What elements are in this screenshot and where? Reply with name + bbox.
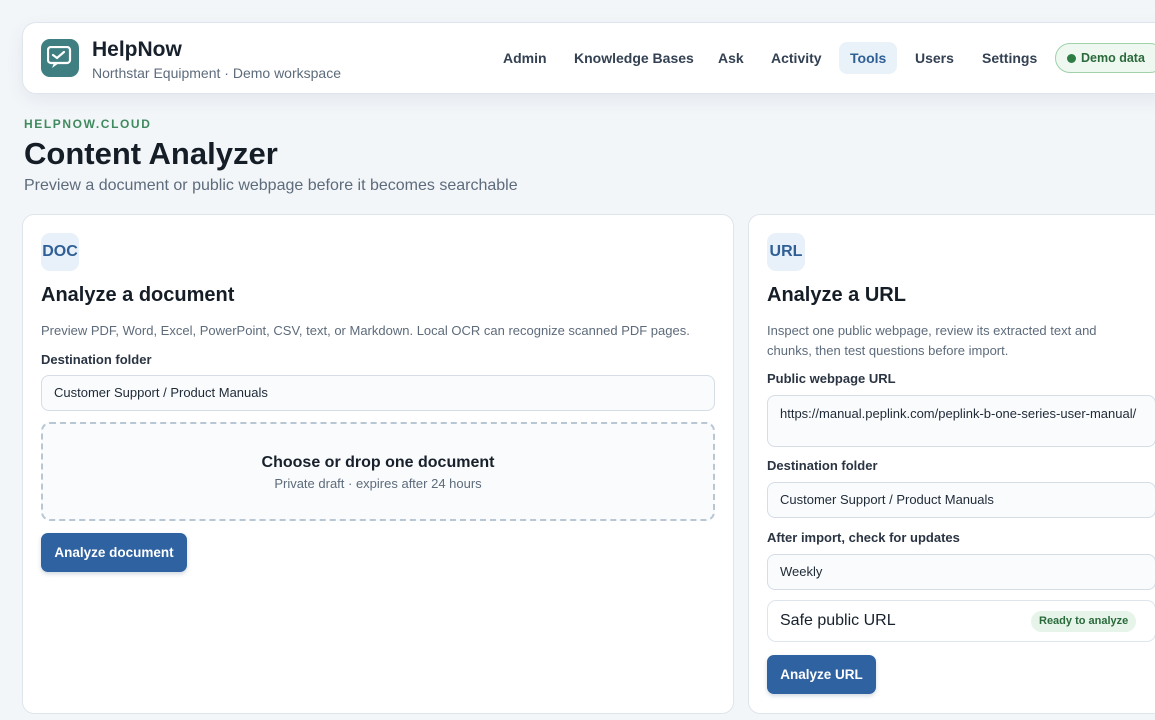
url-input-label: Public webpage URL [767,371,896,386]
url-input[interactable]: https://manual.peplink.com/peplink-b-one… [767,395,1155,447]
nav-tools[interactable]: Tools [839,42,898,74]
analyze-document-button[interactable]: Analyze document [41,533,187,572]
analyze-url-button[interactable]: Analyze URL [767,655,876,694]
update-schedule-label: After import, check for updates [767,530,960,545]
dropzone-title: Choose or drop one document [261,454,495,471]
nav-admin[interactable]: Admin [492,42,558,74]
workspace-name: Northstar Equipment · Demo workspace [92,65,341,81]
url-card-description: Inspect one public webpage, review its e… [767,323,1097,358]
url-folder-label: Destination folder [767,458,878,473]
page-subtitle: Preview a document or public webpage bef… [24,177,518,194]
status-dot-icon [1067,54,1076,63]
top-navigation-bar: HelpNow Northstar Equipment · Demo works… [22,22,1155,94]
document-card-description: Preview PDF, Word, Excel, PowerPoint, CS… [41,323,690,338]
app-name: HelpNow [92,38,182,61]
nav-knowledge-bases[interactable]: Knowledge Bases [563,42,705,74]
document-card-title: Analyze a document [41,284,235,306]
analyze-url-card: URL Analyze a URL Inspect one public web… [748,214,1155,714]
nav-users[interactable]: Users [904,42,965,74]
demo-data-badge[interactable]: Demo data [1055,43,1155,73]
safe-url-status-row: Safe public URL Ready to analyze [767,600,1155,642]
update-schedule-select[interactable]: Weekly [767,554,1155,590]
safe-url-label: Safe public URL [780,612,896,629]
url-card-title: Analyze a URL [767,284,906,306]
page-title: Content Analyzer [24,136,278,171]
url-folder-select[interactable]: Customer Support / Product Manuals [767,482,1155,518]
demo-data-label: Demo data [1081,51,1145,65]
dropzone-subtitle: Private draft · expires after 24 hours [274,476,482,491]
nav-activity[interactable]: Activity [760,42,833,74]
url-badge-icon: URL [767,233,805,271]
status-badge: Ready to analyze [1031,611,1137,632]
nav-ask[interactable]: Ask [707,42,755,74]
analyze-document-card: DOC Analyze a document Preview PDF, Word… [22,214,734,714]
document-folder-label: Destination folder [41,352,152,367]
doc-badge-icon: DOC [41,233,79,271]
nav-settings[interactable]: Settings [971,42,1048,74]
helpnow-logo-icon[interactable] [41,39,79,77]
page-eyebrow: HELPNOW.CLOUD [24,117,152,131]
document-folder-select[interactable]: Customer Support / Product Manuals [41,375,715,411]
document-dropzone[interactable]: Choose or drop one document Private draf… [41,422,715,521]
